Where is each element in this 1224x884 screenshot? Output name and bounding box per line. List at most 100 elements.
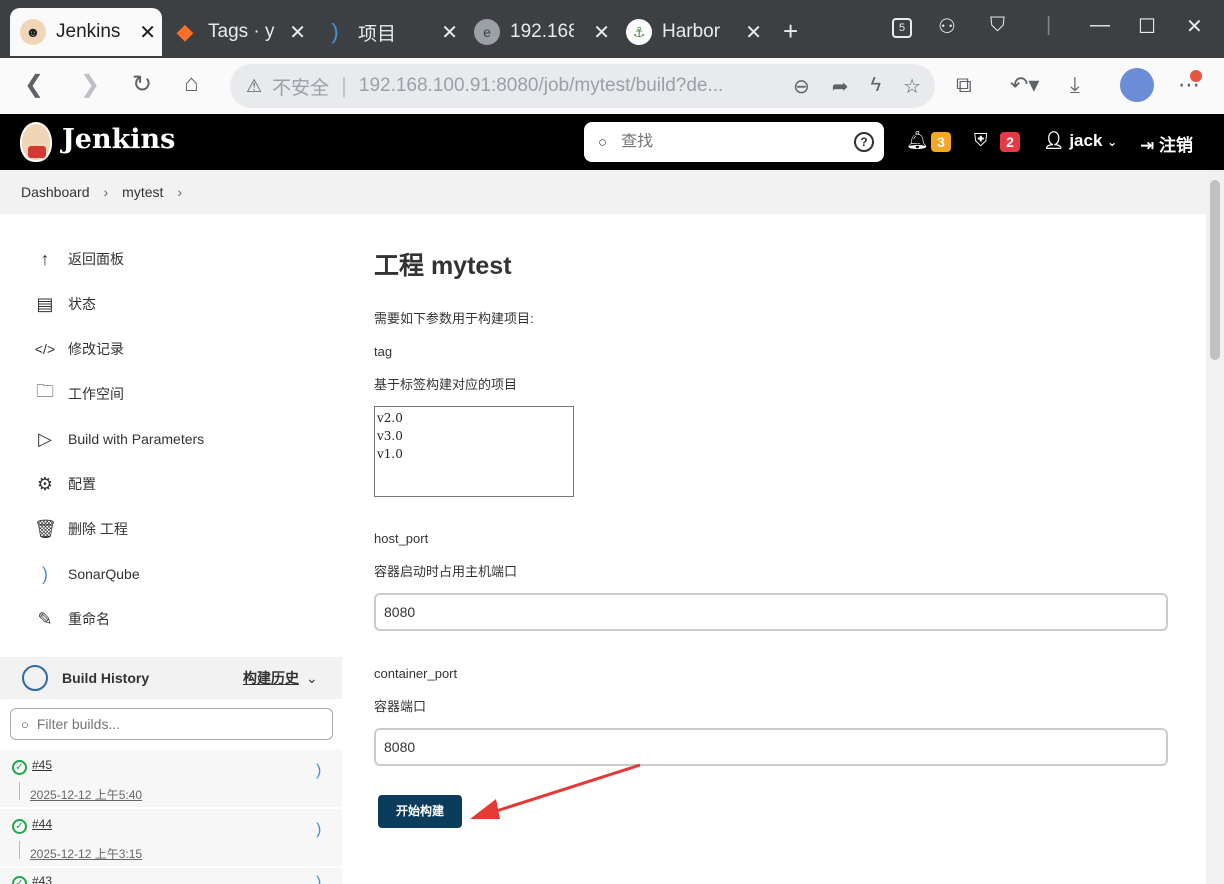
tag-option[interactable]: v3.0 xyxy=(377,427,571,445)
build-history-title: Build History xyxy=(62,670,150,686)
divider-icon: | xyxy=(1046,14,1052,36)
sidebar-item-label: 状态 xyxy=(68,296,96,312)
shirt-icon[interactable]: ⛉ xyxy=(990,14,1005,37)
share-icon[interactable]: ➦ xyxy=(832,74,849,99)
build-number[interactable]: #45 xyxy=(32,758,52,772)
build-date[interactable]: 2025-12-12 上午5:40 xyxy=(30,786,142,803)
sidebar-item-rename[interactable]: ✎ 重命名 xyxy=(34,607,110,631)
back-icon[interactable]: ❮ xyxy=(24,70,44,99)
build-number[interactable]: #44 xyxy=(32,817,52,831)
divider xyxy=(19,841,20,859)
tab-sonarqube[interactable]: ) 项目 ✕ xyxy=(312,8,464,56)
jenkins-logo-icon[interactable] xyxy=(20,122,52,162)
build-date[interactable]: 2025-12-12 上午3:15 xyxy=(30,845,142,862)
jenkins-header: Jenkins ○ ? 🔔︎ 3 ⛨ 2 👤︎ jack ⌄ ⇥ 注销 xyxy=(0,114,1224,170)
sidebar-item-changes[interactable]: </> 修改记录 xyxy=(34,337,124,361)
build-button[interactable]: 开始构建 xyxy=(378,795,462,828)
harbor-icon: ⚓ xyxy=(626,19,652,45)
sonarqube-icon[interactable]: ) xyxy=(316,821,321,839)
forward-icon[interactable]: ❯ xyxy=(80,70,100,99)
tab-ip[interactable]: e 192.168 ✕ xyxy=(464,8,616,56)
chevron-right-icon: › xyxy=(103,184,109,200)
chevron-right-icon: › xyxy=(177,184,183,200)
maximize-icon[interactable]: ☐ xyxy=(1138,14,1156,39)
bell-icon[interactable]: 🔔︎ xyxy=(906,130,929,151)
host-port-field[interactable] xyxy=(374,593,1168,631)
sidebar-item-configure[interactable]: ⚙ 配置 xyxy=(34,472,96,496)
notifications-badge[interactable]: 3 xyxy=(931,132,951,152)
url-text[interactable]: 192.168.100.91:8080/job/mytest/build?de.… xyxy=(359,75,739,97)
sidebar-item-status[interactable]: ▤ 状态 xyxy=(34,292,96,316)
extensions-icon[interactable]: ⧉ xyxy=(956,72,972,98)
notification-dot xyxy=(1190,70,1202,82)
lightning-icon[interactable]: ϟ xyxy=(870,74,881,99)
shield-icon[interactable]: ⛨ xyxy=(974,130,988,151)
sidebar-item-back[interactable]: ↑ 返回面板 xyxy=(34,247,125,271)
incognito-icon[interactable]: ⚇ xyxy=(938,14,956,39)
new-tab-button[interactable]: + xyxy=(783,16,798,47)
home-icon[interactable]: ⌂ xyxy=(184,70,199,98)
logout-button[interactable]: ⇥ 注销 xyxy=(1140,131,1193,156)
star-icon[interactable]: ☆ xyxy=(903,74,921,99)
tag-select[interactable]: v2.0 v3.0 v1.0 xyxy=(374,406,574,497)
breadcrumb-mytest[interactable]: mytest xyxy=(122,184,163,200)
sidebar-item-build-with-parameters[interactable]: ▷ Build with Parameters xyxy=(34,427,204,451)
tag-option[interactable]: v1.0 xyxy=(377,445,571,463)
search-input[interactable] xyxy=(621,133,822,151)
filter-builds-input[interactable] xyxy=(36,716,307,732)
window-close-icon[interactable]: ✕ xyxy=(1186,14,1203,39)
jenkins-title[interactable]: Jenkins xyxy=(62,124,175,155)
tab-count-icon[interactable]: 5 xyxy=(892,18,912,38)
reload-icon[interactable]: ↻ xyxy=(132,70,152,99)
sidebar-item-label: SonarQube xyxy=(68,566,140,582)
download-icon[interactable]: ⤓ xyxy=(1070,72,1080,98)
build-row[interactable]: ✓ #43 ) xyxy=(0,867,342,884)
page-scrollbar[interactable] xyxy=(1206,170,1224,884)
success-icon: ✓ xyxy=(12,819,27,834)
close-icon[interactable]: ✕ xyxy=(289,20,306,45)
sidebar-item-workspace[interactable]: 🗀 工作空间 xyxy=(34,381,124,406)
trash-icon: 🗑︎ xyxy=(34,518,57,539)
param-description-host-port: 容器启动时占用主机端口 xyxy=(374,564,518,579)
close-icon[interactable]: ✕ xyxy=(441,20,458,45)
close-icon[interactable]: ✕ xyxy=(745,20,762,45)
tab-jenkins[interactable]: ☻ Jenkins ✕ xyxy=(10,8,162,56)
user-icon: 👤︎ xyxy=(1043,131,1065,150)
username: jack xyxy=(1069,131,1103,150)
gear-icon: ⚙ xyxy=(36,473,54,494)
param-name-host-port: host_port xyxy=(374,531,429,546)
annotation-arrow xyxy=(470,763,641,819)
scrollbar-thumb[interactable] xyxy=(1210,180,1220,360)
user-menu[interactable]: 👤︎ jack ⌄ xyxy=(1043,131,1117,151)
tab-harbor[interactable]: ⚓ Harbor ✕ xyxy=(616,8,768,56)
sonarqube-icon[interactable]: ) xyxy=(316,874,321,884)
build-number[interactable]: #43 xyxy=(32,874,52,884)
minimize-icon[interactable]: — xyxy=(1090,14,1110,37)
sidebar-item-sonarqube[interactable]: ) SonarQube xyxy=(34,562,140,586)
address-bar[interactable]: ⚠ 不安全 | 192.168.100.91:8080/job/mytest/b… xyxy=(230,64,935,108)
search-box[interactable]: ○ ? xyxy=(584,122,884,162)
sidebar-item-label: Build with Parameters xyxy=(68,431,205,447)
sonarqube-icon[interactable]: ) xyxy=(316,762,321,780)
tab-gitlab[interactable]: ◆ Tags · y ✕ xyxy=(162,8,312,56)
build-row[interactable]: ✓ #45 2025-12-12 上午5:40 ) xyxy=(0,749,342,807)
build-row[interactable]: ✓ #44 2025-12-12 上午3:15 ) xyxy=(0,808,342,866)
help-icon[interactable]: ? xyxy=(854,132,874,152)
sidebar-item-delete[interactable]: 🗑︎ 删除 工程 xyxy=(34,517,128,541)
chevron-down-icon[interactable]: ⌄ xyxy=(306,670,318,687)
close-icon[interactable]: ✕ xyxy=(593,20,610,45)
insecure-label: 不安全 xyxy=(272,77,330,99)
play-icon: ▷ xyxy=(38,428,52,449)
close-icon[interactable]: ✕ xyxy=(139,20,156,45)
build-trend-link[interactable]: 构建历史 xyxy=(243,668,299,688)
param-description-tag: 基于标签构建对应的项目 xyxy=(374,377,518,392)
avatar[interactable] xyxy=(1120,68,1154,102)
tag-option[interactable]: v2.0 xyxy=(377,409,571,427)
divider: | xyxy=(341,73,347,98)
sidebar-item-label: 修改记录 xyxy=(68,341,124,357)
zoom-icon[interactable]: ⊖ xyxy=(793,74,810,99)
history-back-icon[interactable]: ↶▾ xyxy=(1010,72,1039,98)
breadcrumb-dashboard[interactable]: Dashboard xyxy=(21,184,90,200)
security-badge[interactable]: 2 xyxy=(1000,132,1020,152)
filter-builds[interactable]: ○ xyxy=(10,708,333,740)
